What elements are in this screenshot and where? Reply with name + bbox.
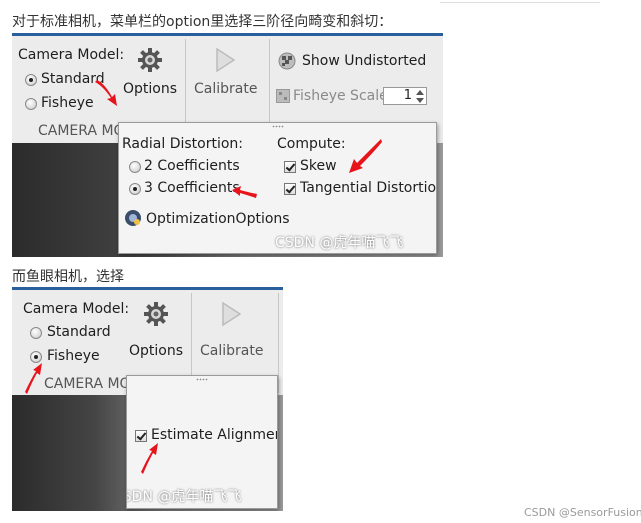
optimization-options-label[interactable]: OptimizationOptions (146, 211, 290, 227)
play-icon (222, 301, 242, 327)
caption-fisheye: 而鱼眼相机，选择 (12, 269, 124, 285)
fisheye-label[interactable]: Fisheye (47, 348, 100, 364)
camera-model-section-label: CAMERA MO (44, 376, 131, 392)
red-arrow-skew (349, 139, 382, 173)
calibrate-button[interactable]: Calibrate (190, 43, 262, 105)
popup-grip[interactable] (271, 125, 284, 128)
footer-watermark: CSDN @SensorFusion (524, 506, 641, 519)
standard-radio[interactable] (25, 74, 37, 86)
options-button[interactable]: Options (118, 43, 182, 105)
screenshot-fisheye: Camera Model: Standard Fisheye Options C… (12, 287, 283, 511)
fisheye-scale-value: 1 (403, 88, 412, 103)
camera-model-label: Camera Model: (23, 301, 130, 317)
red-arrow-fisheye (25, 363, 42, 394)
gear-icon (138, 48, 162, 72)
camera-model-label: Camera Model: (18, 47, 125, 63)
popup-grip[interactable] (196, 378, 208, 381)
fisheye-scale-label: Fisheye Scale (293, 88, 388, 104)
watermark: CSDN @虎年喵飞飞 (127, 489, 242, 505)
two-coefficients-label[interactable]: 2 Coefficients (144, 158, 240, 174)
camera-model-section-label: CAMERA MO (38, 123, 125, 139)
options-popup: Radial Distortion: 2 Coefficients 3 Coef… (118, 122, 437, 254)
estimate-alignment-checkbox[interactable] (135, 430, 147, 442)
tangential-distortion-checkbox[interactable] (284, 183, 296, 195)
play-icon (216, 47, 236, 73)
spinner-down-icon[interactable] (415, 97, 425, 104)
calibrate-label: Calibrate (200, 343, 264, 359)
standard-radio[interactable] (30, 327, 42, 339)
spinner-up-icon[interactable] (415, 89, 425, 96)
skew-label[interactable]: Skew (300, 158, 337, 174)
red-arrow-estimate-alignment (141, 443, 158, 474)
watermark: CSDN @虎年喵飞飞 (275, 235, 404, 251)
fisheye-label[interactable]: Fisheye (41, 95, 94, 111)
show-undistorted-button[interactable]: Show Undistorted (278, 51, 438, 73)
skew-checkbox[interactable] (284, 161, 296, 173)
caption-divider (440, 2, 600, 3)
show-undistorted-label: Show Undistorted (302, 53, 427, 69)
red-arrow-standard (95, 80, 117, 106)
checkerboard-icon (278, 52, 296, 70)
compute-label: Compute: (277, 136, 346, 152)
tangential-distortion-label[interactable]: Tangential Distortion (300, 180, 436, 196)
options-label: Options (123, 81, 178, 97)
optimization-options-icon (125, 210, 141, 226)
toolbar-separator (278, 293, 279, 393)
three-coefficients-label[interactable]: 3 Coefficients (144, 180, 240, 196)
two-coefficients-radio[interactable] (129, 161, 141, 173)
calibrate-button[interactable]: Calibrate (196, 297, 268, 359)
standard-label[interactable]: Standard (47, 324, 111, 340)
radial-distortion-label: Radial Distortion: (122, 136, 244, 152)
options-button[interactable]: Options (124, 297, 188, 359)
estimate-alignment-label[interactable]: Estimate Alignment (151, 427, 277, 443)
gear-icon (144, 302, 168, 326)
red-arrow-three-coefficients (232, 186, 257, 198)
calibrate-label: Calibrate (194, 81, 258, 97)
fisheye-scale-spinner[interactable]: 1 (383, 87, 427, 105)
fisheye-radio[interactable] (25, 98, 37, 110)
options-label: Options (129, 343, 184, 359)
caption-standard: 对于标准相机，菜单栏的option里选择三阶径向畸变和斜切： (12, 14, 393, 30)
three-coefficients-radio[interactable] (129, 183, 141, 195)
fisheye-scale-icon (276, 89, 290, 103)
